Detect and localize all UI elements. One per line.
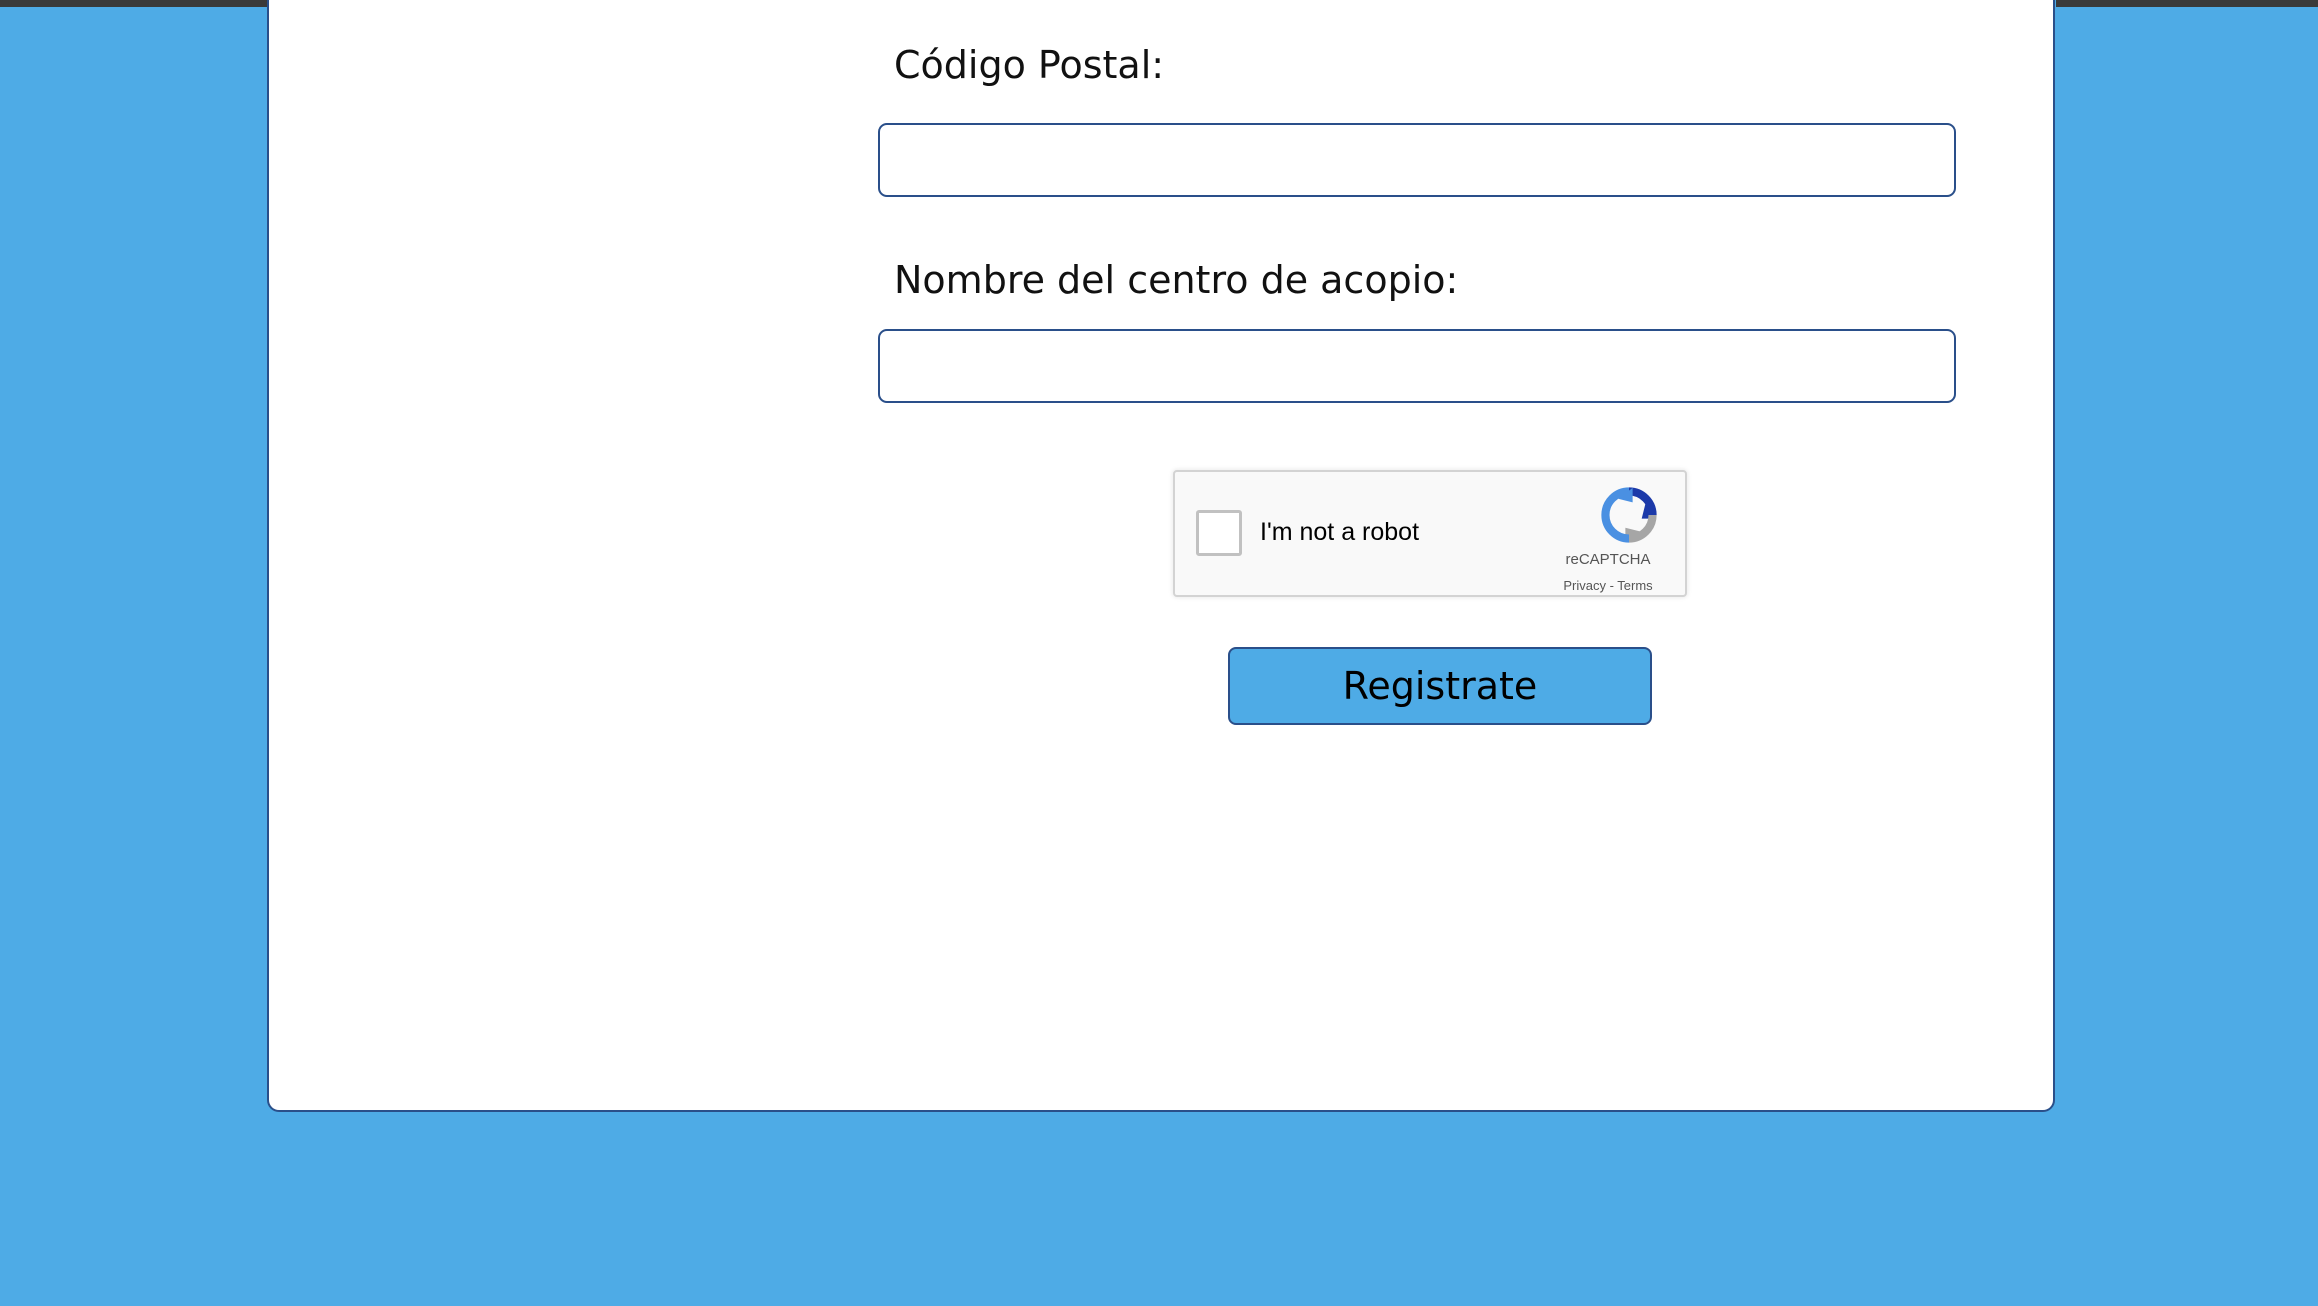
- recaptcha-brand-text: reCAPTCHA: [1565, 551, 1651, 568]
- recaptcha-terms-link[interactable]: Terms: [1617, 578, 1652, 593]
- recaptcha-logo-icon: [1601, 487, 1657, 543]
- top-edge-left: [0, 0, 268, 7]
- top-edge-right: [2056, 0, 2318, 7]
- center-name-label: Nombre del centro de acopio:: [894, 258, 1459, 302]
- center-name-input[interactable]: [878, 329, 1956, 403]
- postal-code-label: Código Postal:: [894, 43, 1165, 87]
- recaptcha-privacy-link[interactable]: Privacy: [1563, 578, 1606, 593]
- recaptcha-link-separator: -: [1605, 578, 1618, 593]
- registration-card: Código Postal: Nombre del centro de acop…: [267, 0, 2055, 1112]
- recaptcha-label: I'm not a robot: [1260, 518, 1420, 546]
- recaptcha-links: Privacy - Terms: [1533, 579, 1683, 592]
- recaptcha-checkbox[interactable]: [1196, 510, 1242, 556]
- register-button[interactable]: Registrate: [1228, 647, 1652, 725]
- recaptcha-widget: I'm not a robot reCAPTCHA Privacy - Term…: [1173, 470, 1687, 597]
- postal-code-input[interactable]: [878, 123, 1956, 197]
